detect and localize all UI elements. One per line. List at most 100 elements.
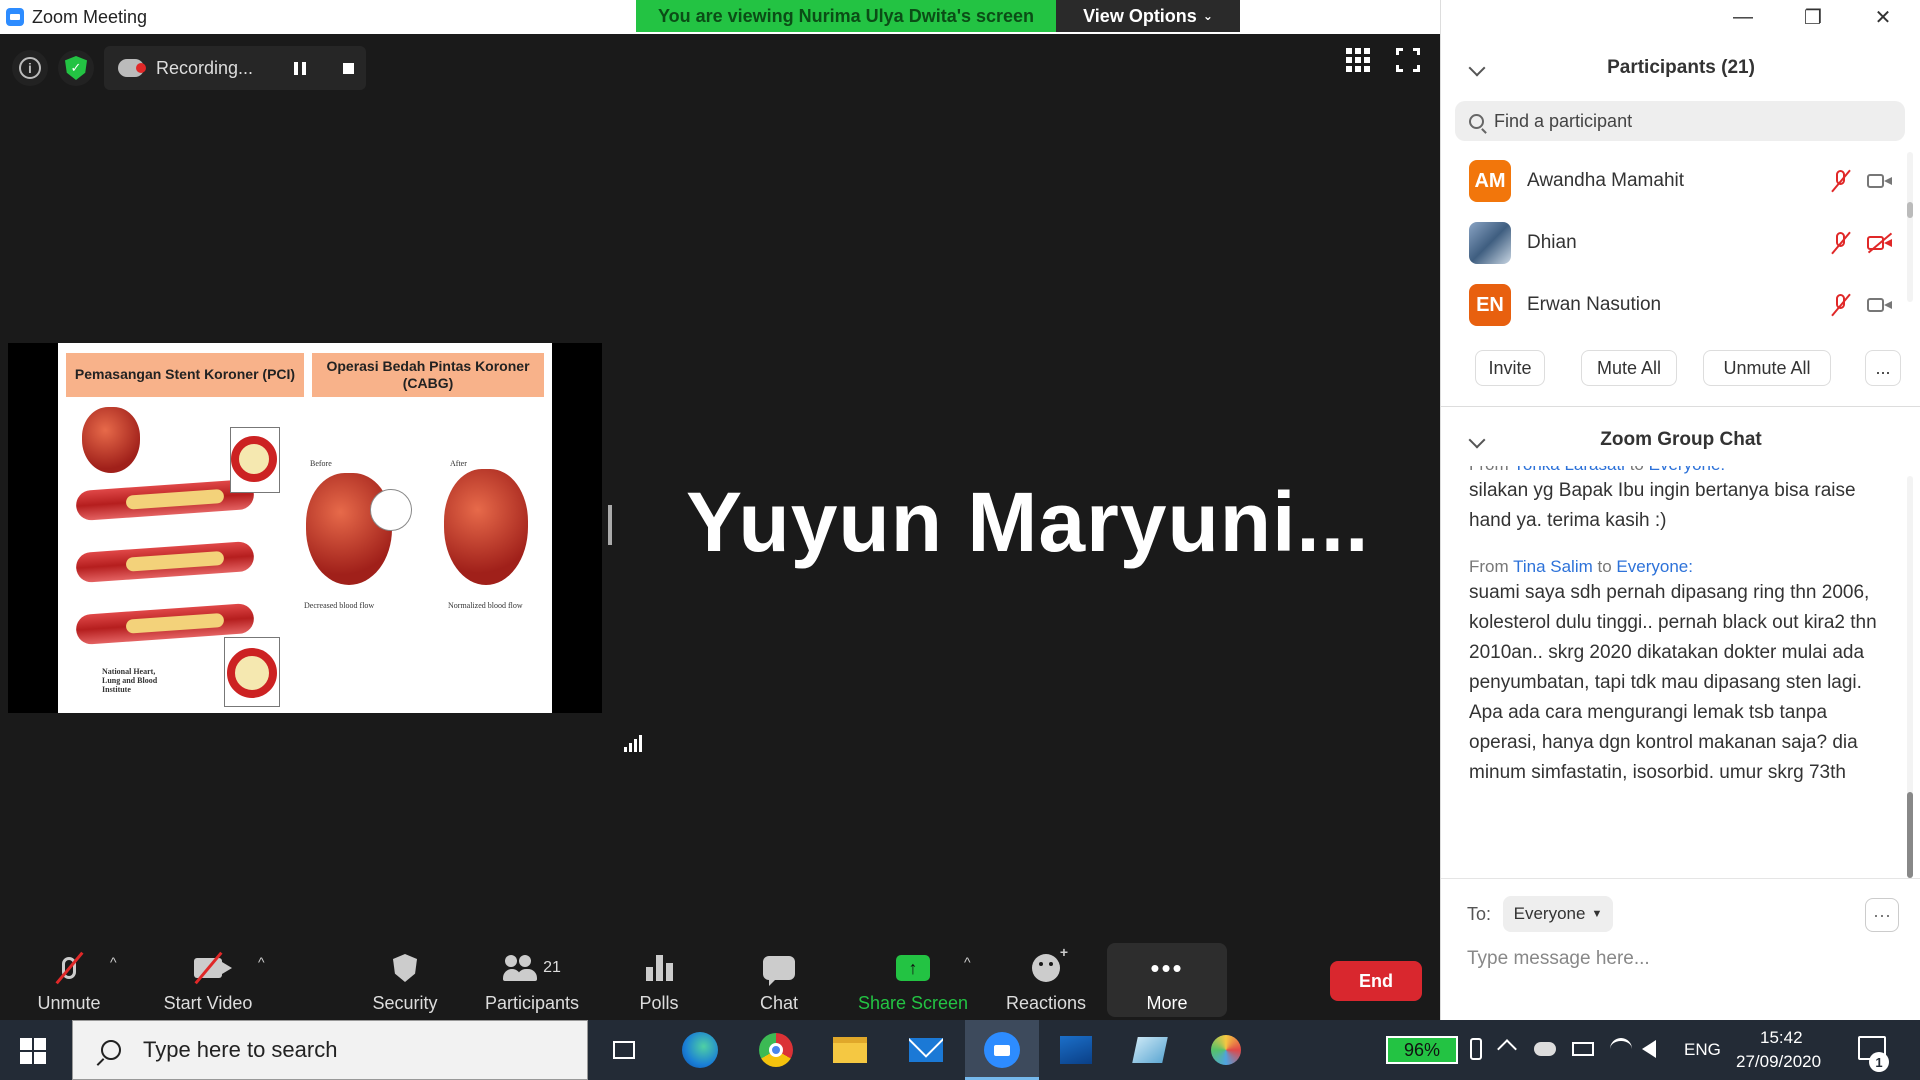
show-hidden-icons-chevron-icon[interactable] — [1497, 1039, 1517, 1059]
volume-icon[interactable] — [1642, 1040, 1656, 1058]
start-video-label: Start Video — [163, 993, 253, 1013]
view-options-label: View Options — [1083, 5, 1197, 26]
participant-row[interactable]: Dhian — [1469, 218, 1899, 268]
chat-recipient[interactable]: Everyone: — [1649, 466, 1726, 474]
screen: Zoom Meeting You are viewing Nurima Ulya… — [0, 0, 1920, 1080]
onedrive-icon[interactable] — [1534, 1042, 1556, 1056]
video-icon — [1867, 172, 1893, 190]
artery-cross-section — [231, 436, 277, 482]
security-button[interactable]: Security — [364, 940, 446, 1016]
minimize-icon: — — [1733, 5, 1753, 28]
chat-message-sender-line: From Yohka Larasati to Everyone: — [1469, 466, 1889, 476]
encryption-button[interactable]: ✓ — [58, 50, 94, 86]
fullscreen-icon[interactable] — [1396, 48, 1420, 72]
active-speaker-name: Yuyun Maryuni... — [686, 475, 1370, 569]
end-meeting-button[interactable]: End — [1330, 961, 1422, 1001]
chat-more-button[interactable]: ··· — [1865, 898, 1899, 932]
chat-recipient-dropdown[interactable]: Everyone ▼ — [1503, 896, 1613, 932]
zoom-inset-circle — [370, 489, 412, 531]
avatar: EN — [1469, 284, 1511, 326]
unmute-all-button[interactable]: Unmute All — [1703, 350, 1831, 386]
taskbar-search-placeholder: Type here to search — [143, 1037, 338, 1062]
split-view-handle[interactable] — [608, 505, 612, 545]
restore-button[interactable]: ❐ — [1778, 0, 1848, 34]
chat-sender-name[interactable]: Tina Salim — [1513, 557, 1593, 576]
share-options-caret-icon[interactable]: ^ — [964, 954, 971, 970]
chat-messages[interactable]: From Yohka Larasati to Everyone: silakan… — [1469, 466, 1889, 874]
gallery-view-icon[interactable] — [1346, 48, 1370, 72]
polls-button[interactable]: Polls — [622, 940, 696, 1016]
wifi-icon[interactable] — [1610, 1038, 1632, 1060]
notification-count-badge: 1 — [1869, 1052, 1889, 1072]
pen-icon[interactable] — [1470, 1038, 1482, 1060]
participant-row[interactable]: EN Erwan Nasution — [1469, 280, 1899, 330]
zoom-taskbar-icon[interactable] — [982, 1030, 1022, 1070]
slide-credit-label: National Heart, Lung and Blood Institute — [102, 667, 158, 694]
shared-screen-view[interactable]: Pemasangan Stent Koroner (PCI) Operasi B… — [8, 343, 602, 713]
notes-app-icon[interactable] — [1130, 1030, 1170, 1070]
photos-icon[interactable] — [1056, 1030, 1096, 1070]
battery-indicator[interactable]: 96% — [1386, 1036, 1458, 1064]
artery-illustration — [75, 540, 255, 584]
battery-icon[interactable] — [1572, 1042, 1594, 1056]
connection-signal-icon — [624, 730, 646, 752]
presentation-slide: Pemasangan Stent Koroner (PCI) Operasi B… — [58, 343, 552, 713]
edge-browser-icon[interactable] — [680, 1030, 720, 1070]
clock-date[interactable]: 27/09/2020 — [1736, 1052, 1821, 1072]
view-options-button[interactable]: View Options ⌄ — [1056, 0, 1240, 32]
unmute-button[interactable]: Unmute — [28, 940, 110, 1016]
artery-cross-section — [227, 648, 277, 698]
taskbar-search-box[interactable]: Type here to search — [72, 1020, 588, 1080]
start-video-button[interactable]: Start Video — [158, 940, 258, 1016]
pause-recording-button[interactable] — [282, 50, 318, 86]
video-off-icon — [1867, 232, 1893, 254]
input-language[interactable]: ENG — [1684, 1040, 1721, 1060]
polls-label: Polls — [639, 993, 679, 1013]
video-options-caret-icon[interactable]: ^ — [258, 954, 265, 970]
stop-recording-button[interactable] — [330, 50, 366, 86]
windows-start-icon[interactable] — [20, 1038, 46, 1064]
chat-recipient[interactable]: Everyone: — [1616, 557, 1693, 576]
mail-icon[interactable] — [906, 1030, 946, 1070]
mute-all-button[interactable]: Mute All — [1581, 350, 1677, 386]
participant-search-box[interactable] — [1455, 101, 1905, 141]
security-label: Security — [372, 993, 438, 1013]
share-screen-button[interactable]: ↑ Share Screen — [854, 940, 972, 1016]
minimize-button[interactable]: — — [1708, 0, 1778, 34]
reactions-smiley-icon — [1026, 944, 1068, 985]
participants-scrollbar[interactable] — [1907, 152, 1913, 302]
reactions-button[interactable]: Reactions — [1004, 940, 1088, 1016]
shield-check-icon: ✓ — [65, 56, 87, 80]
cross-section-box — [230, 427, 280, 493]
participant-search-input[interactable] — [1494, 110, 1874, 132]
participants-more-button[interactable]: ... — [1865, 350, 1901, 386]
close-button[interactable]: ✕ — [1848, 0, 1918, 34]
file-explorer-icon[interactable] — [830, 1030, 870, 1070]
invite-button[interactable]: Invite — [1475, 350, 1545, 386]
participant-row[interactable]: AM Awandha Mamahit — [1469, 156, 1899, 206]
chat-recipient-value: Everyone — [1513, 904, 1586, 923]
meeting-info-button[interactable]: i — [12, 50, 48, 86]
to-label: To: — [1467, 904, 1492, 924]
unmute-label: Unmute — [37, 993, 101, 1013]
avatar: AM — [1469, 160, 1511, 202]
more-button[interactable]: ••• More — [1107, 940, 1227, 1016]
audio-options-caret-icon[interactable]: ^ — [110, 954, 117, 970]
slide-label-before: Before — [310, 459, 332, 468]
chat-scrollbar[interactable] — [1907, 476, 1913, 878]
chat-sender-name[interactable]: Yohka Larasati — [1513, 466, 1625, 474]
participants-button[interactable]: 21 Participants — [480, 940, 584, 1016]
paint-app-icon[interactable] — [1206, 1030, 1246, 1070]
clock-time[interactable]: 15:42 — [1760, 1028, 1803, 1048]
participant-name: Dhian — [1527, 232, 1577, 253]
search-icon — [101, 1040, 121, 1060]
slide-label-after: After — [450, 459, 467, 468]
chrome-browser-icon[interactable] — [756, 1030, 796, 1070]
shield-icon — [385, 951, 425, 985]
search-icon — [1469, 113, 1484, 129]
chat-button[interactable]: Chat — [742, 940, 816, 1016]
task-view-icon[interactable] — [604, 1030, 644, 1070]
side-panel: Participants (21) AM Awandha Mamahit Dhi… — [1440, 0, 1920, 1020]
chat-message-input[interactable] — [1467, 944, 1897, 974]
artery-illustration — [75, 478, 255, 522]
